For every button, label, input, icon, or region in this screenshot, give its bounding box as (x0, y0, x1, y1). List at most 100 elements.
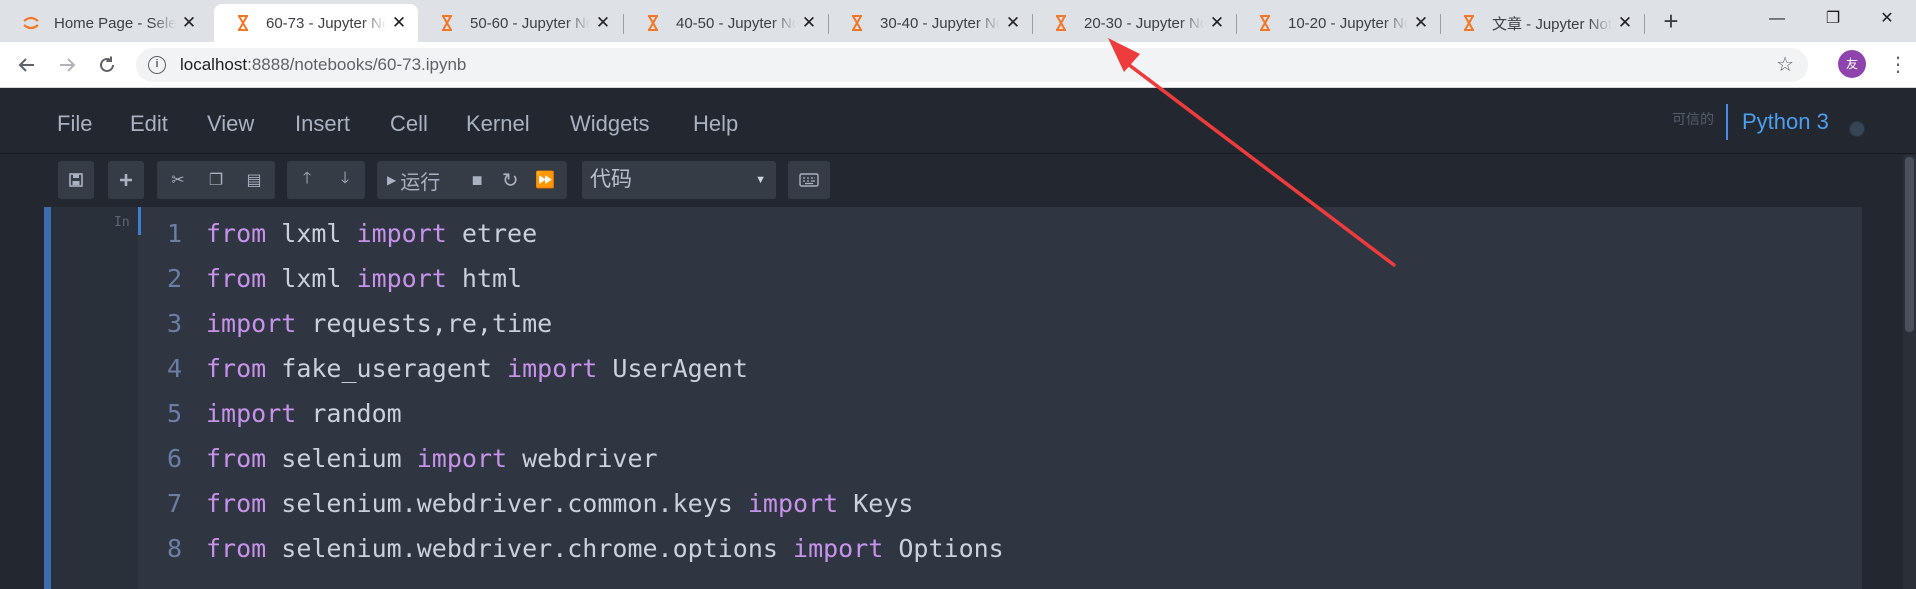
tab-close-icon[interactable]: ✕ (390, 13, 408, 33)
code-line[interactable]: 5 import random (138, 391, 1838, 436)
code-token: lxml (266, 264, 357, 293)
restart-kernel-icon[interactable]: ↻ (492, 168, 528, 193)
menu-edit[interactable]: Edit (130, 111, 168, 137)
code-token: Options (883, 534, 1004, 563)
browser-tab[interactable]: 20-30 - Jupyter Notebook ✕ (1032, 4, 1236, 42)
line-number: 8 (166, 534, 182, 563)
minimize-button[interactable]: — (1748, 0, 1806, 38)
hourglass-icon (1260, 15, 1270, 31)
code-text: from selenium.webdriver.chrome.options i… (206, 526, 1004, 571)
menu-widgets[interactable]: Widgets (570, 111, 649, 137)
code-line[interactable]: 4 from fake_useragent import UserAgent (138, 346, 1838, 391)
menu-file[interactable]: File (57, 111, 92, 137)
code-token: selenium (266, 444, 417, 473)
browser-tab[interactable]: 50-60 - Jupyter Notebook ✕ (418, 4, 622, 42)
code-text: import requests,re,time (206, 301, 552, 346)
browser-menu-icon[interactable]: ⋮ (1888, 50, 1908, 80)
move-cell-group: 🡑 🡓 (287, 161, 365, 199)
interrupt-stop-icon[interactable]: ■ (462, 170, 492, 191)
keyword-token: import (356, 264, 447, 293)
code-line[interactable]: 3 import requests,re,time (138, 301, 1838, 346)
back-arrow-icon (18, 58, 34, 72)
tab-close-icon[interactable]: ✕ (1412, 13, 1430, 33)
tab-close-icon[interactable]: ✕ (180, 13, 198, 33)
plus-icon (120, 174, 132, 186)
code-cell[interactable]: In [*]: 1from lxml import etree2from lxm… (44, 207, 1862, 589)
code-line[interactable]: 7 from selenium.webdriver.common.keys imp… (138, 481, 1838, 526)
reload-icon (100, 56, 114, 72)
cut-copy-paste-group: ✂ ❐ ▤ (157, 161, 275, 199)
menu-kernel[interactable]: Kernel (466, 111, 530, 137)
browser-tab-strip: Home Page - Select or create a notebook … (0, 0, 1916, 42)
move-down-icon[interactable]: 🡓 (326, 167, 364, 194)
jupyter-menubar: File Edit View Insert Cell Kernel Widget… (0, 89, 1916, 154)
restart-run-all-icon[interactable]: ⏩ (528, 170, 562, 190)
tab-close-icon[interactable]: ✕ (1004, 13, 1022, 33)
bookmark-star-icon[interactable]: ☆ (1776, 52, 1794, 77)
keyword-token: import (793, 534, 884, 563)
keyword-token: from (206, 264, 267, 293)
chevron-down-icon: ▼ (755, 174, 766, 186)
tab-close-icon[interactable]: ✕ (1208, 13, 1226, 33)
save-button[interactable] (58, 161, 94, 199)
copy-icon[interactable]: ❐ (197, 170, 235, 190)
insert-cell-button[interactable] (108, 161, 144, 199)
new-tab-button[interactable]: + (1656, 6, 1686, 36)
command-palette-button[interactable] (788, 161, 830, 199)
cell-selection-bar (44, 207, 51, 589)
kernel-busy-indicator-icon (1849, 121, 1865, 137)
reload-button[interactable] (92, 50, 122, 80)
code-line[interactable]: 1 from lxml import etree (138, 211, 1838, 256)
line-number: 1 (166, 219, 182, 248)
browser-tab[interactable]: 10-20 - Jupyter Notebook ✕ (1236, 4, 1440, 42)
browser-tab[interactable]: 40-50 - Jupyter Notebook ✕ (624, 4, 828, 42)
code-line[interactable]: 6 from selenium import webdriver (138, 436, 1838, 481)
tab-title: 40-50 - Jupyter Notebook (676, 14, 796, 32)
run-group: ▶ 运行 ■ ↻ ⏩ (377, 161, 567, 199)
line-number: 6 (166, 444, 182, 473)
browser-tab-active[interactable]: 60-73 - Jupyter Notebook ✕ (214, 4, 418, 42)
line-number: 5 (166, 399, 182, 428)
tab-close-icon[interactable]: ✕ (594, 13, 612, 33)
code-text: import random (206, 391, 402, 436)
tab-title: 30-40 - Jupyter Notebook (880, 14, 1000, 32)
scrollbar-thumb[interactable] (1905, 157, 1914, 332)
tab-close-icon[interactable]: ✕ (800, 13, 818, 33)
menu-view[interactable]: View (207, 111, 254, 137)
code-line[interactable]: 8 from selenium.webdriver.chrome.options … (138, 526, 1838, 571)
profile-avatar[interactable]: 友 (1838, 50, 1866, 78)
browser-tab[interactable]: 文章 - Jupyter Notebook ✕ (1440, 4, 1644, 42)
menu-help[interactable]: Help (693, 111, 738, 137)
browser-tab[interactable]: Home Page - Select or create a notebook … (2, 4, 208, 42)
move-up-icon[interactable]: 🡑 (288, 167, 326, 194)
browser-tab[interactable]: 30-40 - Jupyter Notebook ✕ (828, 4, 1032, 42)
browser-toolbar: i localhost:8888/notebooks/60-73.ipynb ☆… (0, 42, 1916, 88)
line-number: 4 (166, 354, 182, 383)
menu-cell[interactable]: Cell (390, 111, 428, 137)
cut-icon[interactable]: ✂ (159, 170, 197, 190)
cell-type-select[interactable]: 代码 ▼ (582, 161, 776, 199)
trusted-indicator[interactable]: 可信的 (1672, 109, 1714, 129)
code-line[interactable]: 2 from lxml import html (138, 256, 1838, 301)
paste-icon[interactable]: ▤ (235, 170, 273, 190)
menu-insert[interactable]: Insert (295, 111, 350, 137)
address-bar[interactable]: i localhost:8888/notebooks/60-73.ipynb ☆ (136, 48, 1808, 82)
tab-close-icon[interactable]: ✕ (1616, 13, 1634, 33)
run-button[interactable]: 运行 (400, 166, 440, 195)
vertical-scrollbar[interactable] (1903, 155, 1916, 589)
site-info-icon[interactable]: i (148, 56, 166, 74)
maximize-button[interactable]: ❐ (1804, 0, 1862, 38)
code-token: webdriver (507, 444, 658, 473)
code-editor[interactable]: 1 from lxml import etree 2 from lxml import… (138, 207, 1862, 589)
back-button[interactable] (12, 50, 42, 80)
code-token: etree (446, 219, 538, 248)
keyword-token: from (206, 219, 267, 248)
forward-button[interactable] (52, 50, 82, 80)
close-window-button[interactable]: ✕ (1858, 0, 1916, 38)
keyboard-icon (799, 173, 819, 187)
kernel-name: Python 3 (1742, 109, 1829, 134)
hourglass-icon (1464, 15, 1474, 31)
code-token: selenium.webdriver.common.keys (266, 489, 748, 518)
kernel-divider (1726, 104, 1728, 140)
save-icon (69, 173, 83, 187)
